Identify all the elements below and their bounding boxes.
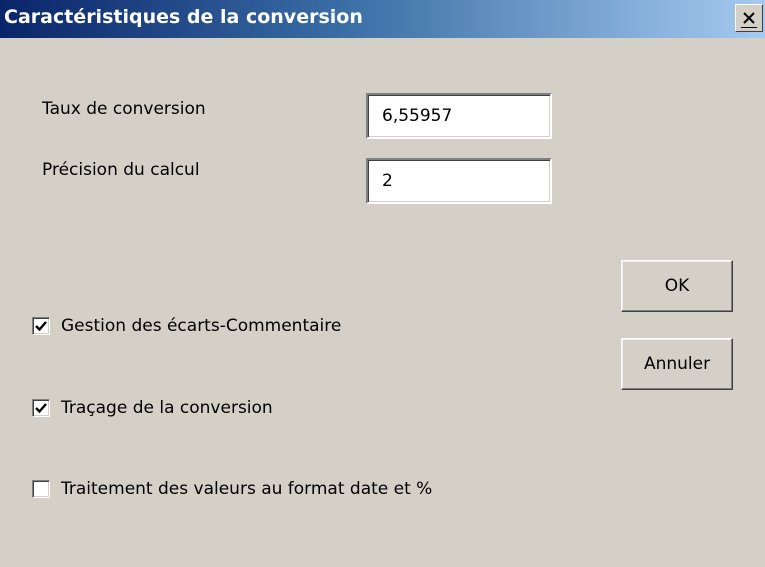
close-icon	[743, 12, 755, 24]
precision-input[interactable]	[366, 158, 552, 204]
close-accelerator-underline	[741, 27, 757, 28]
conversion-rate-label: Taux de conversion	[42, 99, 206, 119]
close-button[interactable]	[735, 4, 763, 32]
title-bar: Caractéristiques de la conversion	[0, 0, 765, 38]
conversion-rate-input[interactable]	[366, 93, 552, 139]
checkmark-icon	[35, 321, 47, 332]
dialog-title: Caractéristiques de la conversion	[4, 6, 363, 28]
gestion-ecarts-checkbox[interactable]	[32, 317, 50, 335]
tracage-checkbox[interactable]	[32, 399, 50, 417]
gestion-ecarts-label[interactable]: Gestion des écarts-Commentaire	[61, 316, 341, 336]
checkmark-icon	[35, 403, 47, 414]
precision-label: Précision du calcul	[42, 160, 200, 180]
traitement-dates-label[interactable]: Traitement des valeurs au format date et…	[61, 479, 432, 499]
tracage-label[interactable]: Traçage de la conversion	[61, 398, 273, 418]
ok-button[interactable]: OK	[621, 260, 733, 312]
traitement-dates-checkbox[interactable]	[32, 480, 50, 498]
cancel-button[interactable]: Annuler	[621, 338, 733, 390]
conversion-dialog: Caractéristiques de la conversion Taux d…	[0, 0, 765, 567]
